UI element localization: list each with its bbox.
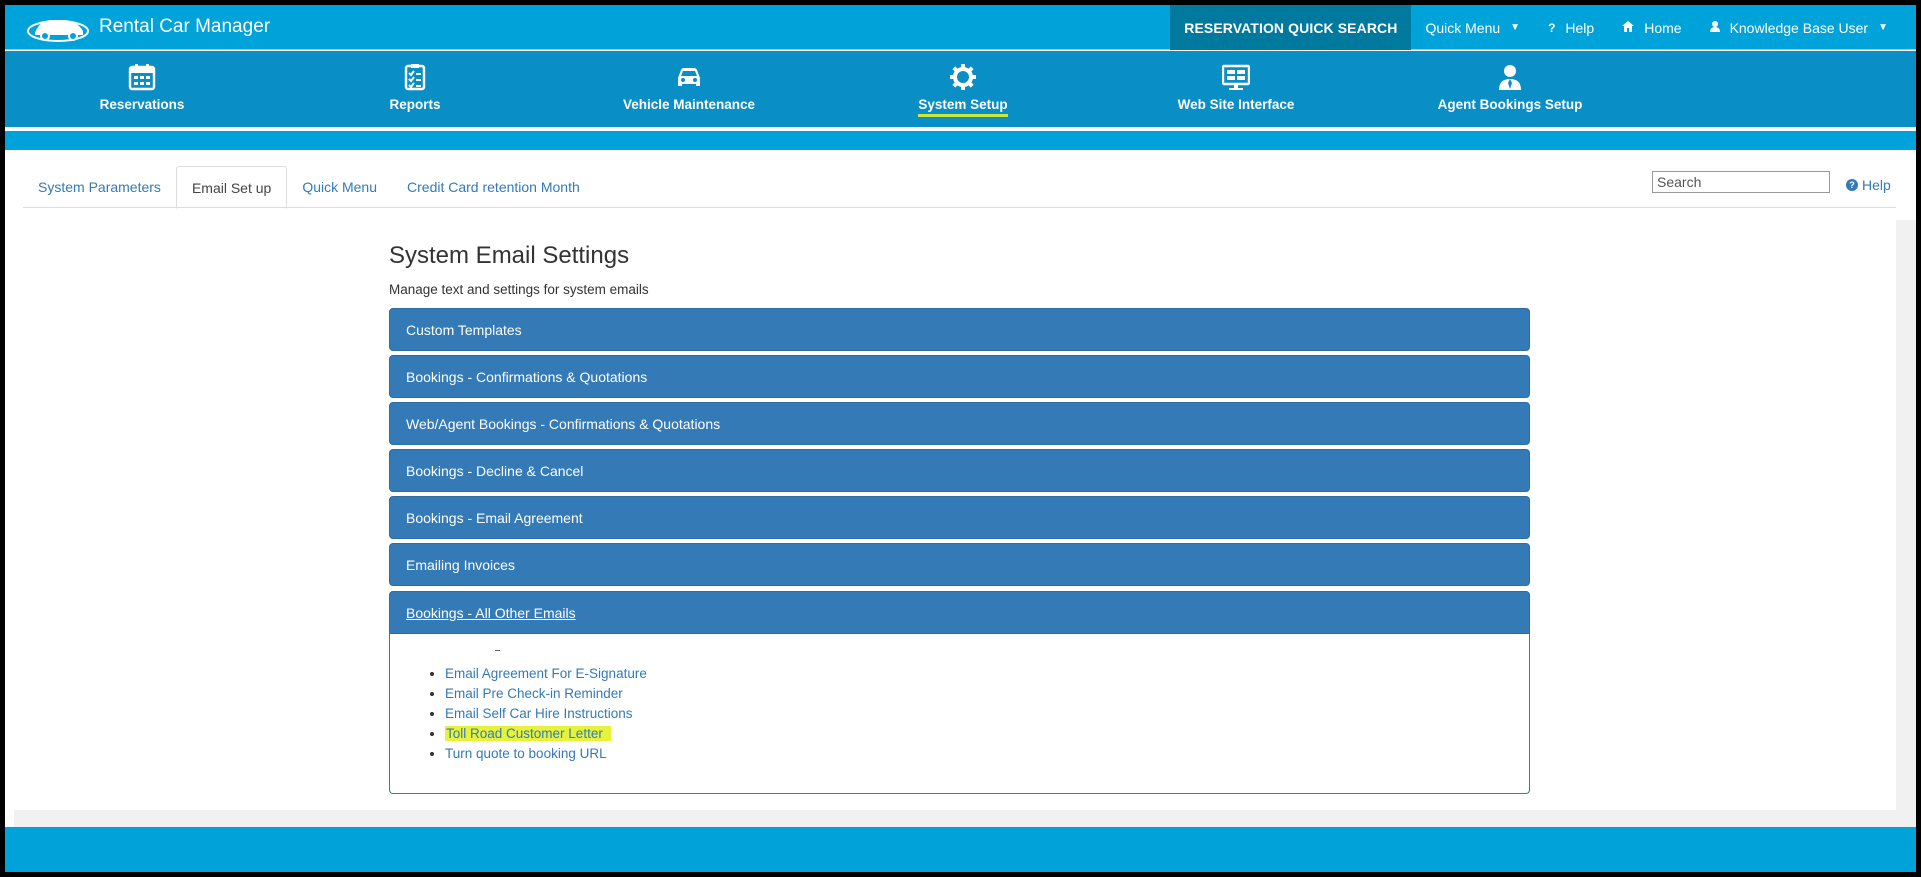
- panel-title: Bookings - Decline & Cancel: [406, 462, 584, 479]
- nav-label: Agent Bookings Setup: [1437, 97, 1583, 112]
- panel-title: Bookings - Confirmations & Quotations: [406, 368, 648, 385]
- panel-body-all-other-emails: Email Agreement For E-Signature Email Pr…: [389, 634, 1530, 794]
- quick-menu-dropdown[interactable]: Quick Menu ▼: [1411, 5, 1534, 50]
- agent-icon: [1499, 65, 1521, 90]
- nav-system-setup[interactable]: System Setup: [863, 51, 1063, 129]
- email-link-list: Email Agreement For E-Signature Email Pr…: [445, 664, 647, 764]
- panel-emailing-invoices[interactable]: Emailing Invoices: [389, 543, 1530, 586]
- tab-email-set-up[interactable]: Email Set up: [175, 166, 288, 209]
- panel-custom-templates[interactable]: Custom Templates: [389, 308, 1530, 351]
- panel-title: Bookings - All Other Emails: [406, 604, 576, 621]
- nav-label: System Setup: [918, 97, 1008, 117]
- main-nav: Reservations Reports Vehicle Maintenance: [5, 51, 1916, 129]
- clipboard-icon: [404, 64, 426, 91]
- panel-title: Emailing Invoices: [406, 556, 515, 573]
- main-content: System Parameters Email Set up Quick Men…: [14, 150, 1896, 810]
- nav-label: Reports: [389, 97, 441, 112]
- help-link[interactable]: ? Help: [1846, 177, 1891, 193]
- list-item: Toll Road Customer Letter: [445, 724, 647, 744]
- tab-credit-card-retention-month[interactable]: Credit Card retention Month: [392, 166, 595, 208]
- panel-bookings-email-agreement[interactable]: Bookings - Email Agreement: [389, 496, 1530, 539]
- user-menu-dropdown[interactable]: Knowledge Base User ▼: [1696, 5, 1916, 50]
- page-subtitle: Manage text and settings for system emai…: [389, 282, 649, 297]
- question-icon: ?: [1548, 20, 1556, 35]
- monitor-icon: [1222, 64, 1250, 90]
- nav-web-site-interface[interactable]: Web Site Interface: [1136, 51, 1336, 129]
- panel-bookings-decline-cancel[interactable]: Bookings - Decline & Cancel: [389, 449, 1530, 492]
- panel-title: Web/Agent Bookings - Confirmations & Quo…: [406, 415, 721, 432]
- panel-bookings-confirmations[interactable]: Bookings - Confirmations & Quotations: [389, 355, 1530, 398]
- top-nav: RESERVATION QUICK SEARCH Quick Menu ▼ ? …: [1170, 5, 1916, 50]
- email-pre-check-in-link[interactable]: Email Pre Check-in Reminder: [445, 686, 623, 701]
- email-self-car-hire-link[interactable]: Email Self Car Hire Instructions: [445, 706, 633, 721]
- app-title: Rental Car Manager: [99, 16, 271, 37]
- calendar-icon: [128, 64, 156, 91]
- question-circle-icon: ?: [1846, 179, 1858, 191]
- reservation-quick-search-button[interactable]: RESERVATION QUICK SEARCH: [1170, 5, 1412, 50]
- caret-down-icon: ▼: [1878, 22, 1888, 33]
- top-bar: Rental Car Manager RESERVATION QUICK SEA…: [5, 5, 1916, 50]
- nav-label: Vehicle Maintenance: [622, 97, 756, 112]
- nav-reservations[interactable]: Reservations: [42, 51, 242, 129]
- brand[interactable]: Rental Car Manager: [25, 11, 270, 43]
- caret-down-icon: ▼: [1510, 22, 1521, 33]
- list-item: Email Self Car Hire Instructions: [445, 704, 647, 724]
- search-input[interactable]: [1652, 171, 1830, 193]
- home-icon: [1622, 20, 1635, 35]
- car-icon: [678, 68, 700, 86]
- nav-reports[interactable]: Reports: [315, 51, 515, 129]
- help-link[interactable]: ? Help: [1534, 5, 1608, 50]
- home-link[interactable]: Home: [1608, 5, 1695, 50]
- email-agreement-link[interactable]: Email Agreement For E-Signature: [445, 666, 647, 681]
- list-item: Email Agreement For E-Signature: [445, 664, 647, 684]
- tab-divider: [23, 207, 1896, 208]
- toll-road-letter-link[interactable]: Toll Road Customer Letter: [445, 726, 611, 741]
- panel-bookings-all-other-emails[interactable]: Bookings - All Other Emails: [389, 591, 1530, 634]
- header-stripe: [5, 131, 1916, 150]
- panel-title: Custom Templates: [406, 321, 522, 338]
- app-frame: Rental Car Manager RESERVATION QUICK SEA…: [5, 5, 1916, 872]
- home-label: Home: [1644, 19, 1682, 36]
- scroll-gutter: [1896, 220, 1916, 810]
- tab-quick-menu[interactable]: Quick Menu: [287, 166, 392, 208]
- user-icon: [1709, 20, 1720, 35]
- list-item: Turn quote to booking URL: [445, 744, 647, 764]
- nav-agent-bookings-setup[interactable]: Agent Bookings Setup: [1410, 51, 1610, 129]
- page-title: System Email Settings: [389, 242, 630, 269]
- footer-bar: [5, 827, 1916, 872]
- quick-menu-label: Quick Menu: [1425, 19, 1501, 36]
- help-label: Help: [1862, 177, 1891, 193]
- nav-label: Web Site Interface: [1177, 97, 1295, 112]
- dash-mark: [495, 650, 500, 651]
- tab-bar: System Parameters Email Set up Quick Men…: [23, 166, 595, 209]
- nav-vehicle-maintenance[interactable]: Vehicle Maintenance: [589, 51, 789, 129]
- help-label: Help: [1565, 19, 1595, 36]
- gear-icon: [950, 64, 976, 90]
- panel-title: Bookings - Email Agreement: [406, 509, 583, 526]
- tab-system-parameters[interactable]: System Parameters: [23, 166, 176, 208]
- nav-label: Reservations: [99, 97, 185, 112]
- turn-quote-to-booking-link[interactable]: Turn quote to booking URL: [445, 746, 607, 761]
- user-label: Knowledge Base User: [1729, 19, 1869, 36]
- car-logo-icon: [27, 20, 89, 42]
- panel-web-agent-bookings[interactable]: Web/Agent Bookings - Confirmations & Quo…: [389, 402, 1530, 445]
- list-item: Email Pre Check-in Reminder: [445, 684, 647, 704]
